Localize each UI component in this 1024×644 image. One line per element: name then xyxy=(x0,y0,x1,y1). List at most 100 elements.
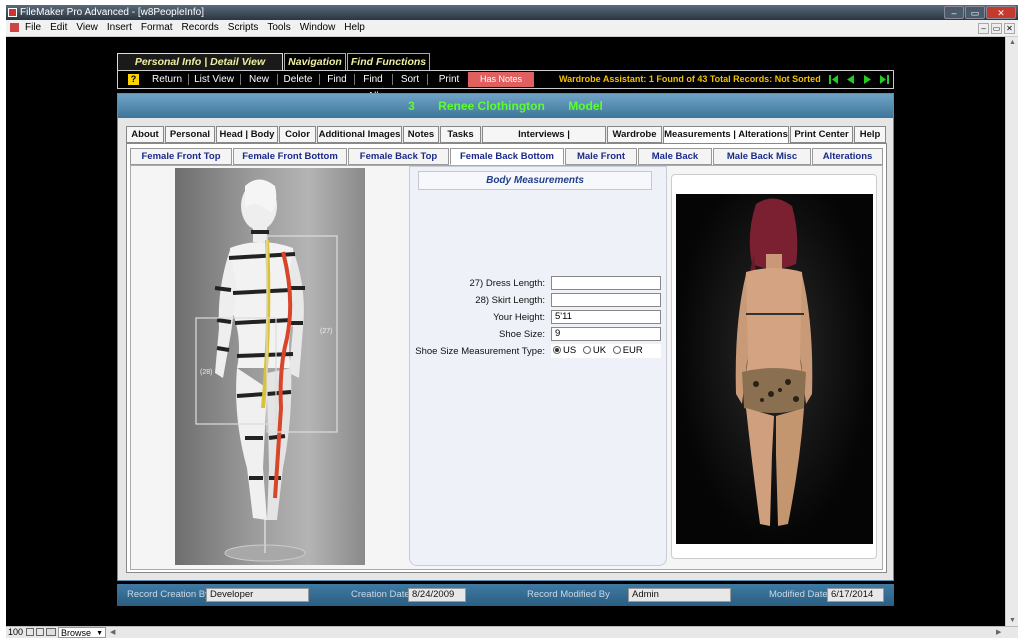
menu-help[interactable]: Help xyxy=(344,22,365,33)
radio-eur[interactable]: EUR xyxy=(612,345,643,356)
creation-date-field[interactable]: 8/24/2009 xyxy=(408,588,466,602)
modified-by-field[interactable]: Admin xyxy=(628,588,731,602)
filemaker-icon xyxy=(10,22,19,32)
tab-additional-images[interactable]: Additional Images xyxy=(317,126,402,143)
shoe-type-label: Shoe Size Measurement Type: xyxy=(415,346,545,357)
minimize-button[interactable]: – xyxy=(944,6,964,19)
dress-length-field[interactable] xyxy=(551,276,661,290)
radio-uk[interactable]: UK xyxy=(582,345,606,356)
measurements-title: Body Measurements xyxy=(418,171,652,190)
scroll-down-icon[interactable]: ▼ xyxy=(1009,617,1016,624)
doc-close-button[interactable]: ✕ xyxy=(1004,23,1015,34)
menu-format[interactable]: Format xyxy=(141,22,173,33)
modified-date-field[interactable]: 6/17/2014 xyxy=(827,588,884,602)
help-icon[interactable]: ? xyxy=(128,74,139,85)
list-view-button[interactable]: List View xyxy=(192,71,236,88)
previous-record-icon[interactable] xyxy=(845,74,856,85)
label-27: (27) xyxy=(320,328,333,335)
subtab-female-back-top[interactable]: Female Back Top xyxy=(348,148,449,165)
menu-insert[interactable]: Insert xyxy=(107,22,132,33)
subtab-male-back[interactable]: Male Back xyxy=(638,148,712,165)
model-back-photo xyxy=(676,194,873,544)
find-all-button[interactable]: Find All xyxy=(357,71,389,102)
shoe-size-field[interactable]: 9 xyxy=(551,327,661,341)
subtab-female-front-top[interactable]: Female Front Top xyxy=(130,148,232,165)
tab-color[interactable]: Color xyxy=(279,126,316,143)
model-silhouette xyxy=(735,198,813,526)
tab-wardrobe[interactable]: Wardrobe xyxy=(607,126,662,143)
new-button[interactable]: New xyxy=(245,71,273,88)
scroll-right-icon[interactable]: ▶ xyxy=(996,627,1001,638)
tab-head-body[interactable]: Head | Body xyxy=(216,126,278,143)
menu-file[interactable]: File xyxy=(25,22,41,33)
restore-button[interactable]: ▭ xyxy=(965,6,985,19)
radio-eur-icon[interactable] xyxy=(612,346,621,354)
menu-edit[interactable]: Edit xyxy=(50,22,67,33)
tab-help[interactable]: Help xyxy=(854,126,886,143)
menu-records[interactable]: Records xyxy=(182,22,219,33)
tab-notes[interactable]: Notes xyxy=(403,126,439,143)
toolbar-divider xyxy=(277,74,278,85)
doc-restore-button[interactable]: ▭ xyxy=(991,23,1002,34)
dress-length-label: 27) Dress Length: xyxy=(469,278,545,289)
subtab-female-back-bottom[interactable]: Female Back Bottom xyxy=(450,148,564,165)
tab-interviews-questionnaires[interactable]: Interviews | Questionnaires xyxy=(482,126,606,156)
height-field[interactable]: 5'11 xyxy=(551,310,661,324)
detail-toolbar: ? Return List View New Delete Find Find … xyxy=(117,70,894,102)
tab-navigation[interactable]: Navigation xyxy=(284,53,346,70)
tab-measurements-alterations[interactable]: Measurements | Alterations xyxy=(663,126,789,144)
title-bar: FileMaker Pro Advanced - [w8PeopleInfo] … xyxy=(6,5,1018,20)
tab-personal[interactable]: Personal xyxy=(165,126,215,143)
tab-find-functions[interactable]: Find Functions xyxy=(347,53,430,70)
find-button[interactable]: Find xyxy=(324,71,350,88)
zoom-in-icon[interactable] xyxy=(36,628,44,636)
tab-about[interactable]: About xyxy=(126,126,164,143)
created-by-field[interactable]: Developer xyxy=(206,588,309,602)
record-footer: Record Creation By Developer Creation Da… xyxy=(117,584,894,606)
tab-print-center[interactable]: Print Center xyxy=(790,126,853,143)
sort-button[interactable]: Sort xyxy=(398,71,422,88)
record-header: 3 Renee Clothington Model xyxy=(118,94,893,118)
creation-date-label: Creation Date xyxy=(351,589,410,600)
menu-window[interactable]: Window xyxy=(300,22,336,33)
return-button[interactable]: Return xyxy=(148,71,186,88)
skirt-length-field[interactable] xyxy=(551,293,661,307)
doc-minimize-button[interactable]: – xyxy=(978,23,989,34)
toolbar-divider xyxy=(354,74,355,85)
modified-date-label: Modified Date xyxy=(769,589,828,600)
menu-tools[interactable]: Tools xyxy=(267,22,290,33)
scroll-up-icon[interactable]: ▲ xyxy=(1009,39,1016,46)
toolbar-divider xyxy=(240,74,241,85)
subtab-male-front[interactable]: Male Front xyxy=(565,148,637,165)
radio-us[interactable]: US xyxy=(553,345,576,356)
subtab-female-front-bottom[interactable]: Female Front Bottom xyxy=(233,148,347,165)
chevron-down-icon: ▼ xyxy=(96,630,103,637)
radio-us-icon[interactable] xyxy=(553,346,561,354)
toggle-status-icon[interactable] xyxy=(46,628,56,636)
has-notes-badge[interactable]: Has Notes xyxy=(468,72,534,87)
height-label: Your Height: xyxy=(493,312,545,323)
mode-select[interactable]: Browse ▼ xyxy=(58,627,106,638)
record-name: Renee Clothington xyxy=(438,99,545,113)
next-record-icon[interactable] xyxy=(862,74,873,85)
last-record-icon[interactable] xyxy=(879,74,890,85)
tab-tasks[interactable]: Tasks xyxy=(440,126,481,143)
menu-view[interactable]: View xyxy=(76,22,98,33)
first-record-icon[interactable] xyxy=(828,74,839,85)
vertical-scrollbar[interactable]: ▲ ▼ xyxy=(1005,37,1018,626)
record-panel: 3 Renee Clothington Model About Personal… xyxy=(117,93,894,581)
mannequin-diagram: (27) (28) xyxy=(175,168,365,565)
window-title: FileMaker Pro Advanced - [w8PeopleInfo] xyxy=(20,7,204,18)
menu-bar: File Edit View Insert Format Records Scripts To… xyxy=(6,20,1018,37)
delete-button[interactable]: Delete xyxy=(282,71,314,88)
tab-personal-info-toolbar[interactable]: Personal Info | Detail View Toolbar xyxy=(117,53,283,84)
close-button[interactable]: ✕ xyxy=(986,6,1016,19)
subtab-alterations[interactable]: Alterations xyxy=(812,148,883,165)
scroll-left-icon[interactable]: ◀ xyxy=(110,627,115,638)
print-button[interactable]: Print xyxy=(435,71,463,88)
subtab-male-back-misc[interactable]: Male Back Misc xyxy=(713,148,811,165)
radio-uk-icon[interactable] xyxy=(582,346,591,354)
zoom-level[interactable]: 100 xyxy=(8,627,23,638)
zoom-out-icon[interactable] xyxy=(26,628,34,636)
menu-scripts[interactable]: Scripts xyxy=(228,22,259,33)
